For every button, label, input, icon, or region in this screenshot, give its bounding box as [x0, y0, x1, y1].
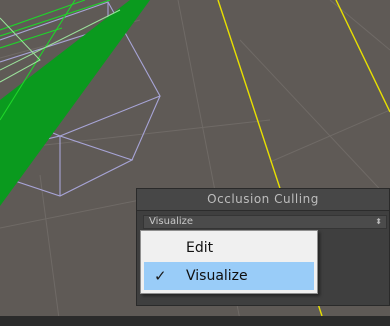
camera-frustum	[0, 0, 150, 206]
menu-item-edit[interactable]: Edit	[144, 234, 314, 262]
mode-select-value: Visualize	[149, 216, 194, 227]
menu-item-visualize[interactable]: ✓ Visualize	[144, 262, 314, 290]
updown-arrow-icon: ⬍	[375, 217, 382, 226]
bottom-toolbar	[0, 316, 390, 326]
mode-select[interactable]: Visualize ⬍	[143, 215, 387, 229]
checkmark-icon: ✓	[154, 267, 167, 285]
menu-item-label: Visualize	[186, 268, 248, 284]
menu-item-label: Edit	[186, 240, 214, 256]
mode-dropdown-menu: Edit ✓ Visualize	[140, 230, 318, 294]
panel-title: Occlusion Culling	[137, 189, 389, 211]
